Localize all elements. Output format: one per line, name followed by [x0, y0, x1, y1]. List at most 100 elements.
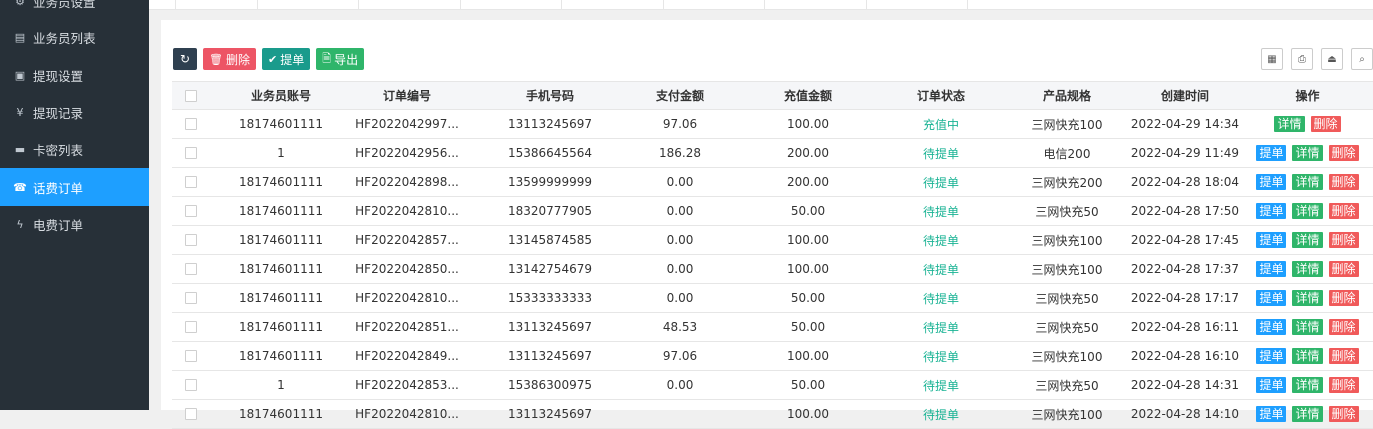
- row-checkbox[interactable]: [185, 205, 197, 217]
- sidebar-item-label: 电费订单: [33, 217, 84, 233]
- cell-spec: 三网快充100: [1031, 349, 1103, 364]
- cell-spec: 三网快充200: [1031, 175, 1103, 190]
- columns-button[interactable]: ▦: [1261, 48, 1283, 70]
- print-button[interactable]: ⎙: [1291, 48, 1313, 70]
- row-delete-button[interactable]: 删除: [1328, 319, 1359, 335]
- row-delete-button[interactable]: 删除: [1328, 232, 1359, 248]
- row-select-cell: [172, 400, 210, 428]
- row-delete-button[interactable]: 删除: [1328, 145, 1359, 161]
- cell-created: 2022-04-29 14:34: [1130, 117, 1240, 131]
- select-all-checkbox[interactable]: [185, 89, 197, 102]
- sidebar-item-1[interactable]: ▤ 业务员列表: [0, 18, 149, 56]
- row-submit-button[interactable]: 提单: [1256, 232, 1287, 248]
- cell-status: 待提单: [922, 407, 959, 422]
- row-detail-button[interactable]: 详情: [1292, 145, 1323, 161]
- cell-account: 18174601111: [239, 175, 323, 189]
- cell-phone: 18320777905: [508, 204, 592, 218]
- cell-created: 2022-04-28 17:45: [1130, 233, 1240, 247]
- row-detail-button[interactable]: 详情: [1292, 232, 1323, 248]
- cell-created: 2022-04-28 17:50: [1130, 204, 1240, 218]
- row-delete-button[interactable]: 删除: [1328, 261, 1359, 277]
- row-submit-button[interactable]: 提单: [1256, 406, 1287, 422]
- row-delete-button[interactable]: 删除: [1328, 290, 1359, 306]
- row-delete-button[interactable]: 删除: [1328, 174, 1359, 190]
- row-checkbox[interactable]: [185, 379, 197, 391]
- row-checkbox[interactable]: [185, 321, 197, 333]
- cell-created: 2022-04-28 18:04: [1130, 175, 1240, 189]
- sidebar-item-label: 提现记录: [33, 105, 84, 121]
- yen-icon: ¥: [16, 105, 24, 119]
- table-row: 18174601111 HF2022042810... 13113245697 100…: [172, 400, 1373, 429]
- cell-status: 待提单: [922, 175, 959, 190]
- cell-order-no: HF2022042851...: [355, 320, 459, 334]
- cell-spec: 三网快充50: [1035, 291, 1099, 306]
- row-checkbox[interactable]: [185, 147, 197, 159]
- export-button[interactable]: 🗎︎ 导出: [316, 48, 365, 70]
- row-submit-button[interactable]: 提单: [1256, 348, 1287, 364]
- row-submit-button[interactable]: 提单: [1256, 319, 1287, 335]
- row-checkbox[interactable]: [185, 176, 197, 188]
- cell-spec: 三网快充50: [1035, 320, 1099, 335]
- right-tools: ▦ ⎙ ⏏ ⌕: [1261, 48, 1373, 70]
- cell-account: 18174601111: [239, 262, 323, 276]
- export-table-button[interactable]: ⏏: [1321, 48, 1343, 70]
- search-toggle-button[interactable]: ⌕: [1351, 48, 1373, 70]
- row-submit-button[interactable]: 提单: [1256, 174, 1287, 190]
- cell-created: 2022-04-28 16:10: [1130, 349, 1240, 363]
- row-detail-button[interactable]: 详情: [1292, 348, 1323, 364]
- row-detail-button[interactable]: 详情: [1292, 406, 1323, 422]
- cell-status: 待提单: [922, 320, 959, 335]
- row-submit-button[interactable]: 提单: [1256, 203, 1287, 219]
- row-detail-button[interactable]: 详情: [1292, 203, 1323, 219]
- row-detail-button[interactable]: 详情: [1292, 290, 1323, 306]
- row-submit-button[interactable]: 提单: [1256, 290, 1287, 306]
- cell-pay: 186.28: [659, 146, 701, 160]
- row-detail-button[interactable]: 详情: [1292, 261, 1323, 277]
- cell-account: 18174601111: [239, 117, 323, 131]
- row-delete-button[interactable]: 删除: [1328, 377, 1359, 393]
- row-select-cell: [172, 313, 210, 341]
- row-checkbox[interactable]: [185, 118, 197, 130]
- row-delete-button[interactable]: 删除: [1310, 116, 1341, 132]
- row-checkbox[interactable]: [185, 350, 197, 362]
- row-delete-button[interactable]: 删除: [1328, 203, 1359, 219]
- row-detail-button[interactable]: 详情: [1292, 377, 1323, 393]
- row-checkbox[interactable]: [185, 234, 197, 246]
- sidebar-item-3[interactable]: ¥ 提现记录: [0, 93, 149, 131]
- cell-spec: 电信200: [1043, 146, 1091, 161]
- refresh-button[interactable]: ↻: [173, 48, 197, 70]
- table-row: 18174601111 HF2022042997... 13113245697 97.…: [172, 110, 1373, 139]
- row-actions: 提单 详情 删除: [1242, 284, 1373, 312]
- sidebar-item-2[interactable]: ▣ 提现设置: [0, 56, 149, 94]
- row-checkbox[interactable]: [185, 263, 197, 275]
- sidebar-item-0[interactable]: ⚙ 业务员设置: [0, 0, 149, 20]
- cell-created: 2022-04-28 17:37: [1130, 262, 1240, 276]
- sidebar-item-5[interactable]: ☎ 话费订单: [0, 168, 149, 206]
- cell-pay: [620, 400, 740, 428]
- sidebar-item-6[interactable]: ϟ 电费订单: [0, 205, 149, 243]
- cell-pay: 48.53: [662, 320, 698, 334]
- row-select-cell: [172, 226, 210, 254]
- columns-icon: ▦: [1267, 53, 1277, 65]
- row-checkbox[interactable]: [185, 292, 197, 304]
- cell-status: 待提单: [922, 233, 959, 248]
- row-detail-button[interactable]: 详情: [1274, 116, 1305, 132]
- sidebar-item-4[interactable]: ▬ 卡密列表: [0, 130, 149, 168]
- cell-created: 2022-04-28 17:17: [1130, 291, 1240, 305]
- row-detail-button[interactable]: 详情: [1292, 319, 1323, 335]
- row-select-cell: [172, 168, 210, 196]
- export-icon: ⏏: [1327, 53, 1337, 65]
- row-select-cell: [172, 197, 210, 225]
- row-delete-button[interactable]: 删除: [1328, 406, 1359, 422]
- row-submit-button[interactable]: 提单: [1256, 145, 1287, 161]
- row-submit-button[interactable]: 提单: [1256, 261, 1287, 277]
- delete-button[interactable]: 🗑︎ 删除: [203, 48, 256, 70]
- row-submit-button[interactable]: 提单: [1256, 377, 1287, 393]
- submit-order-button[interactable]: ✔ 提单: [261, 48, 311, 70]
- row-actions: 提单 详情 删除: [1242, 168, 1373, 196]
- row-detail-button[interactable]: 详情: [1292, 174, 1323, 190]
- cell-recharge: 100.00: [787, 233, 829, 247]
- top-tab-strip: [149, 0, 1373, 10]
- cell-order-no: HF2022042850...: [355, 262, 459, 276]
- row-delete-button[interactable]: 删除: [1328, 348, 1359, 364]
